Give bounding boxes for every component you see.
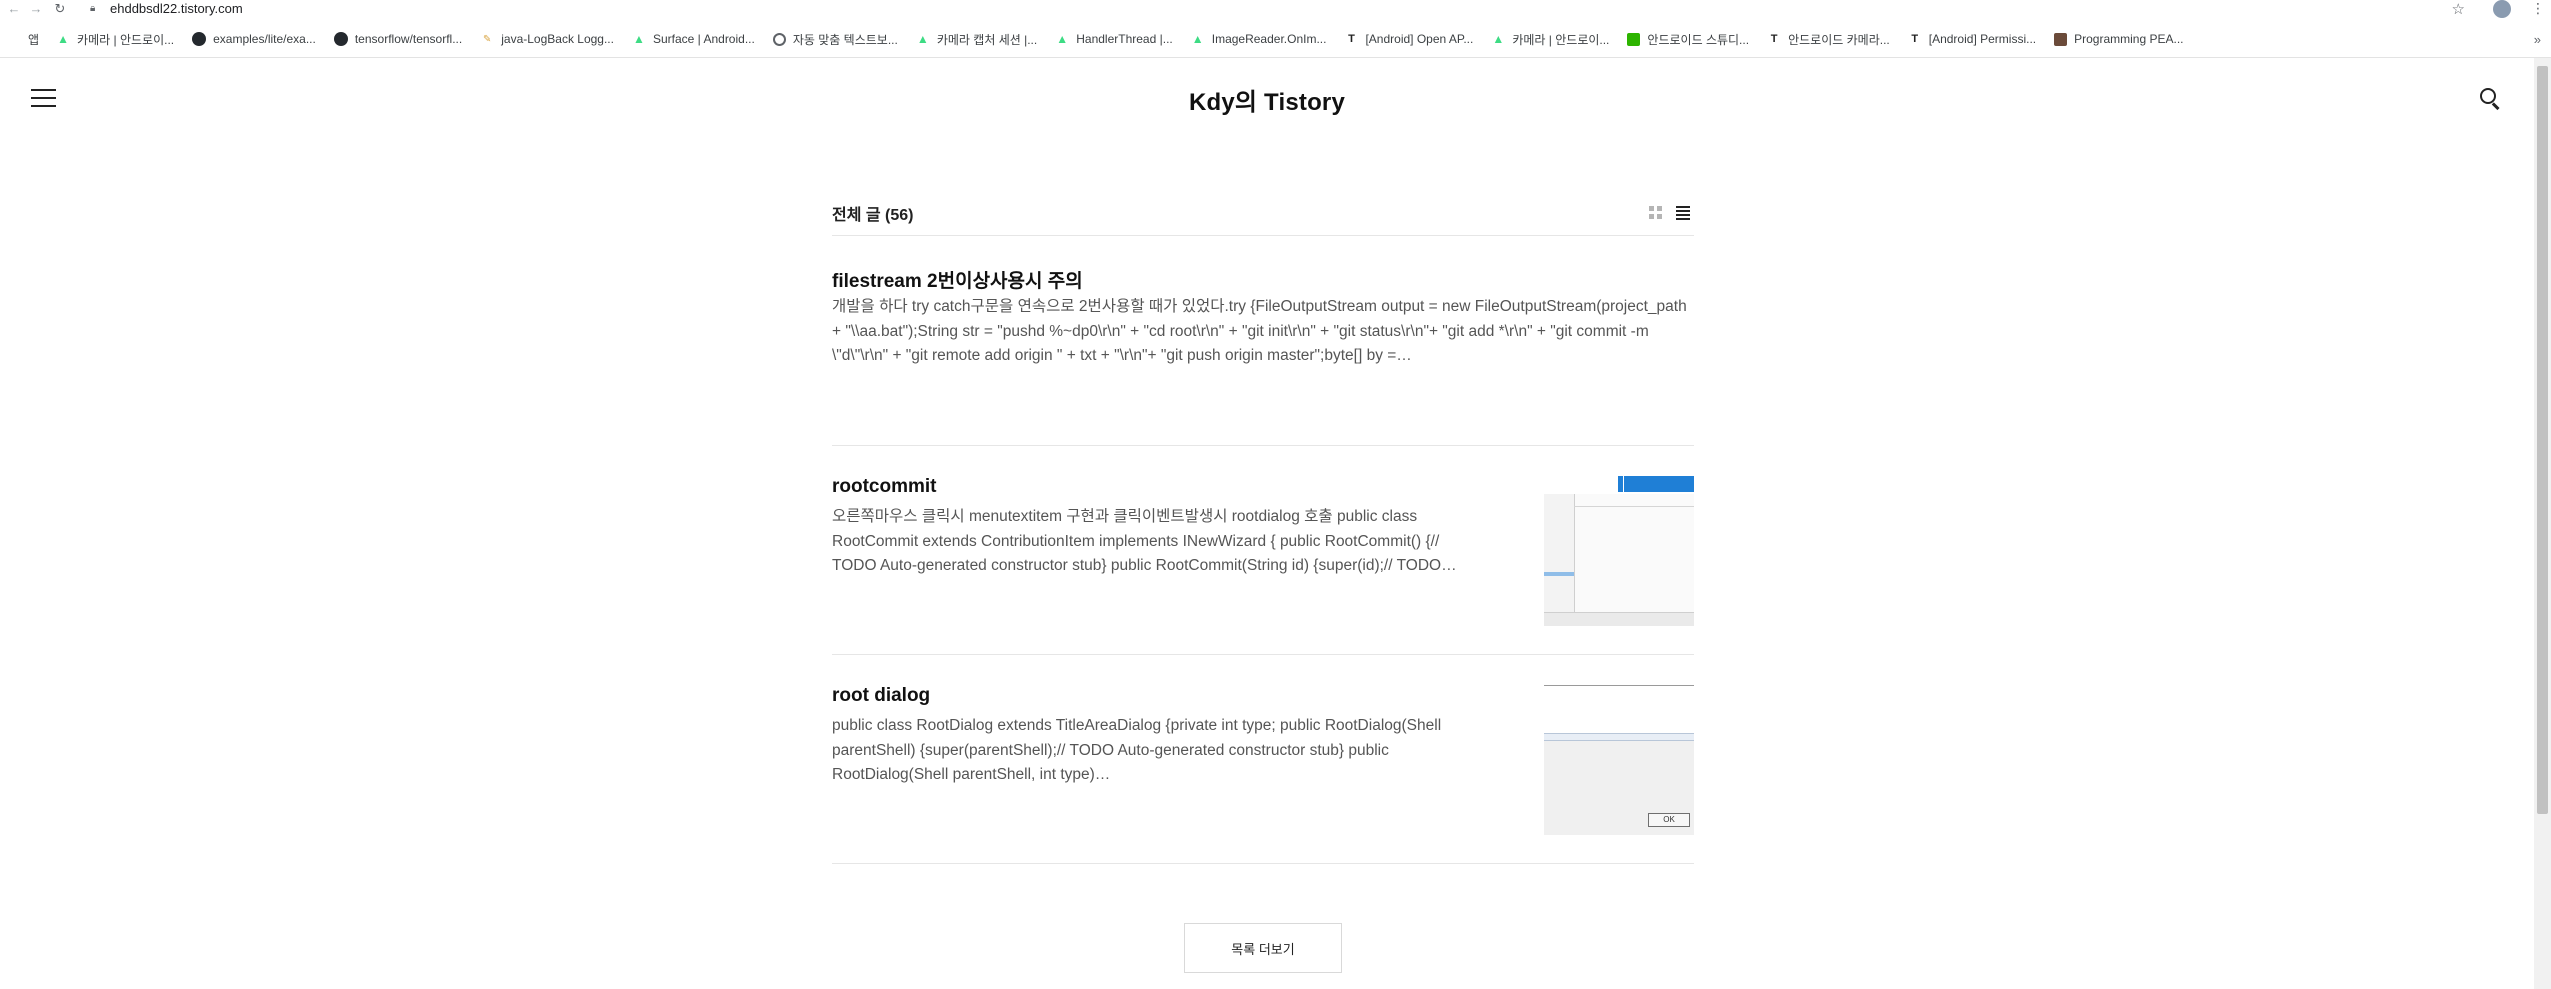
bookmark-label: [Android] Open AP... bbox=[1365, 32, 1474, 46]
github-icon bbox=[333, 32, 348, 46]
chrome-divider bbox=[0, 57, 2551, 58]
blog-title[interactable]: Kdy의 Tistory bbox=[0, 82, 2534, 117]
bookmark-item[interactable]: ▲ 카메라 | 안드로이... bbox=[1491, 31, 1609, 48]
bookmark-label: HandlerThread |... bbox=[1076, 32, 1173, 46]
bookmark-item[interactable]: 안드로이드 스튜디... bbox=[1627, 31, 1749, 48]
post-list-header: 전체 글 (56) bbox=[832, 190, 1694, 236]
bookmark-label: 안드로이드 카메라... bbox=[1788, 32, 1890, 47]
bookmark-label: ImageReader.OnIm... bbox=[1211, 32, 1327, 46]
post-list: 전체 글 (56) filestream 2번이상사용시 주의 개발을 하다 t… bbox=[832, 190, 1694, 973]
bookmark-label: 앱 bbox=[28, 32, 40, 47]
post-excerpt: public class RootDialog extends TitleAre… bbox=[832, 717, 1442, 783]
back-arrow-icon[interactable]: ← bbox=[6, 1, 22, 17]
lock-icon: 🔒︎ bbox=[90, 3, 96, 14]
bookmarks-bar: 앱 ▲ 카메라 | 안드로이... examples/lite/exa... t… bbox=[0, 28, 2551, 50]
bookmark-label: examples/lite/exa... bbox=[213, 32, 316, 46]
bookmark-item[interactable]: T 안드로이드 카메라... bbox=[1767, 31, 1890, 48]
bookmark-label: 안드로이드 스튜디... bbox=[1647, 32, 1750, 47]
bookmark-label: tensorflow/tensorfl... bbox=[354, 32, 463, 46]
bookmark-item[interactable]: ▲ 카메라 | 안드로이... bbox=[56, 31, 174, 48]
bookmark-item[interactable]: ▲ HandlerThread |... bbox=[1055, 32, 1173, 46]
bookmark-label: java-LogBack Logg... bbox=[501, 32, 614, 46]
bookmark-label: 카메라 | 안드로이... bbox=[77, 32, 175, 47]
tistory-icon: T bbox=[1911, 33, 1919, 45]
scrollbar-thumb[interactable] bbox=[2537, 66, 2548, 814]
bookmark-item[interactable]: examples/lite/exa... bbox=[192, 32, 316, 46]
post-item[interactable]: root dialog public class RootDialog exte… bbox=[832, 655, 1694, 864]
android-icon: ▲ bbox=[57, 32, 69, 46]
forward-arrow-icon[interactable]: → bbox=[28, 1, 44, 17]
bookmarks-more-button[interactable]: » bbox=[2534, 28, 2541, 50]
bookmark-item[interactable]: T [Android] Open AP... bbox=[1344, 32, 1473, 46]
post-excerpt: 개발을 하다 try catch구문을 연속으로 2번사용할 때가 있었다.tr… bbox=[832, 298, 1687, 364]
globe-icon bbox=[772, 32, 786, 46]
post-title[interactable]: rootcommit bbox=[832, 476, 937, 498]
bookmark-label: Surface | Android... bbox=[652, 32, 755, 46]
github-icon bbox=[192, 32, 207, 46]
android-icon: ▲ bbox=[1056, 32, 1069, 46]
android-icon: ▲ bbox=[916, 32, 929, 46]
browser-menu-icon[interactable]: ⋮ bbox=[2531, 0, 2545, 17]
post-item[interactable]: rootcommit 오른쪽마우스 클릭시 menutextitem 구현과 클… bbox=[832, 446, 1694, 655]
post-item[interactable]: filestream 2번이상사용시 주의 개발을 하다 try catch구문… bbox=[832, 236, 1694, 446]
post-thumbnail[interactable]: OK bbox=[1544, 685, 1694, 835]
android-icon: ▲ bbox=[633, 32, 645, 46]
bookmark-item[interactable]: tensorflow/tensorfl... bbox=[333, 32, 463, 46]
bookmark-item[interactable]: ▲ 카메라 캡처 세션 |... bbox=[916, 31, 1037, 48]
bookmark-item[interactable]: ▲ ImageReader.OnIm... bbox=[1191, 32, 1327, 46]
load-more-button[interactable]: 목록 더보기 bbox=[1184, 923, 1342, 973]
profile-avatar[interactable] bbox=[2493, 0, 2511, 18]
post-title[interactable]: root dialog bbox=[832, 685, 930, 707]
bookmark-label: 카메라 | 안드로이... bbox=[1512, 32, 1610, 47]
address-bar: ← → ↻ 🔒︎ ehddbsdl22.tistory.com ☆ ⋮ bbox=[0, 0, 2551, 18]
android-icon: ▲ bbox=[1492, 32, 1505, 46]
more-wrap: 목록 더보기 bbox=[832, 923, 1694, 973]
thumbnail-ok-button: OK bbox=[1648, 813, 1690, 827]
page-scrollbar[interactable] bbox=[2534, 58, 2551, 989]
url-field[interactable]: ehddbsdl22.tistory.com bbox=[110, 1, 243, 16]
bookmark-apps[interactable]: 앱 bbox=[7, 31, 39, 48]
view-toggles bbox=[1649, 205, 1690, 220]
apps-icon bbox=[7, 32, 21, 46]
post-title[interactable]: filestream 2번이상사용시 주의 bbox=[832, 266, 1083, 293]
bookmark-star-icon[interactable]: ☆ bbox=[2452, 0, 2465, 18]
green-square-icon bbox=[1627, 32, 1641, 46]
bookmark-label: 자동 맞춤 텍스트보... bbox=[792, 32, 898, 47]
tistory-icon: T bbox=[1770, 33, 1778, 45]
android-icon: ▲ bbox=[1191, 32, 1204, 46]
bookmark-label: [Android] Permissi... bbox=[1928, 32, 2037, 46]
bookmark-item[interactable]: ▲ Surface | Android... bbox=[632, 32, 755, 46]
post-thumbnail[interactable] bbox=[1544, 476, 1694, 626]
search-icon[interactable] bbox=[2480, 88, 2500, 110]
grid-view-icon[interactable] bbox=[1649, 206, 1662, 219]
bookmark-item[interactable]: 자동 맞춤 텍스트보... bbox=[772, 31, 898, 48]
reload-icon[interactable]: ↻ bbox=[52, 1, 68, 17]
bookmark-label: Programming PEA... bbox=[2074, 32, 2184, 46]
bookmark-item[interactable]: Programming PEA... bbox=[2054, 32, 2184, 46]
logback-icon: ✎ bbox=[483, 33, 492, 45]
programming-icon bbox=[2054, 32, 2068, 46]
post-excerpt: 오른쪽마우스 클릭시 menutextitem 구현과 클릭이벤트발생시 roo… bbox=[832, 508, 1457, 574]
tistory-icon: T bbox=[1348, 33, 1355, 45]
bookmark-item[interactable]: T [Android] Permissi... bbox=[1908, 32, 2036, 46]
post-count-heading: 전체 글 (56) bbox=[832, 206, 914, 224]
bookmark-label: 카메라 캡처 세션 |... bbox=[936, 32, 1038, 47]
list-view-icon[interactable] bbox=[1676, 205, 1690, 220]
bookmark-item[interactable]: ✎ java-LogBack Logg... bbox=[480, 32, 614, 46]
